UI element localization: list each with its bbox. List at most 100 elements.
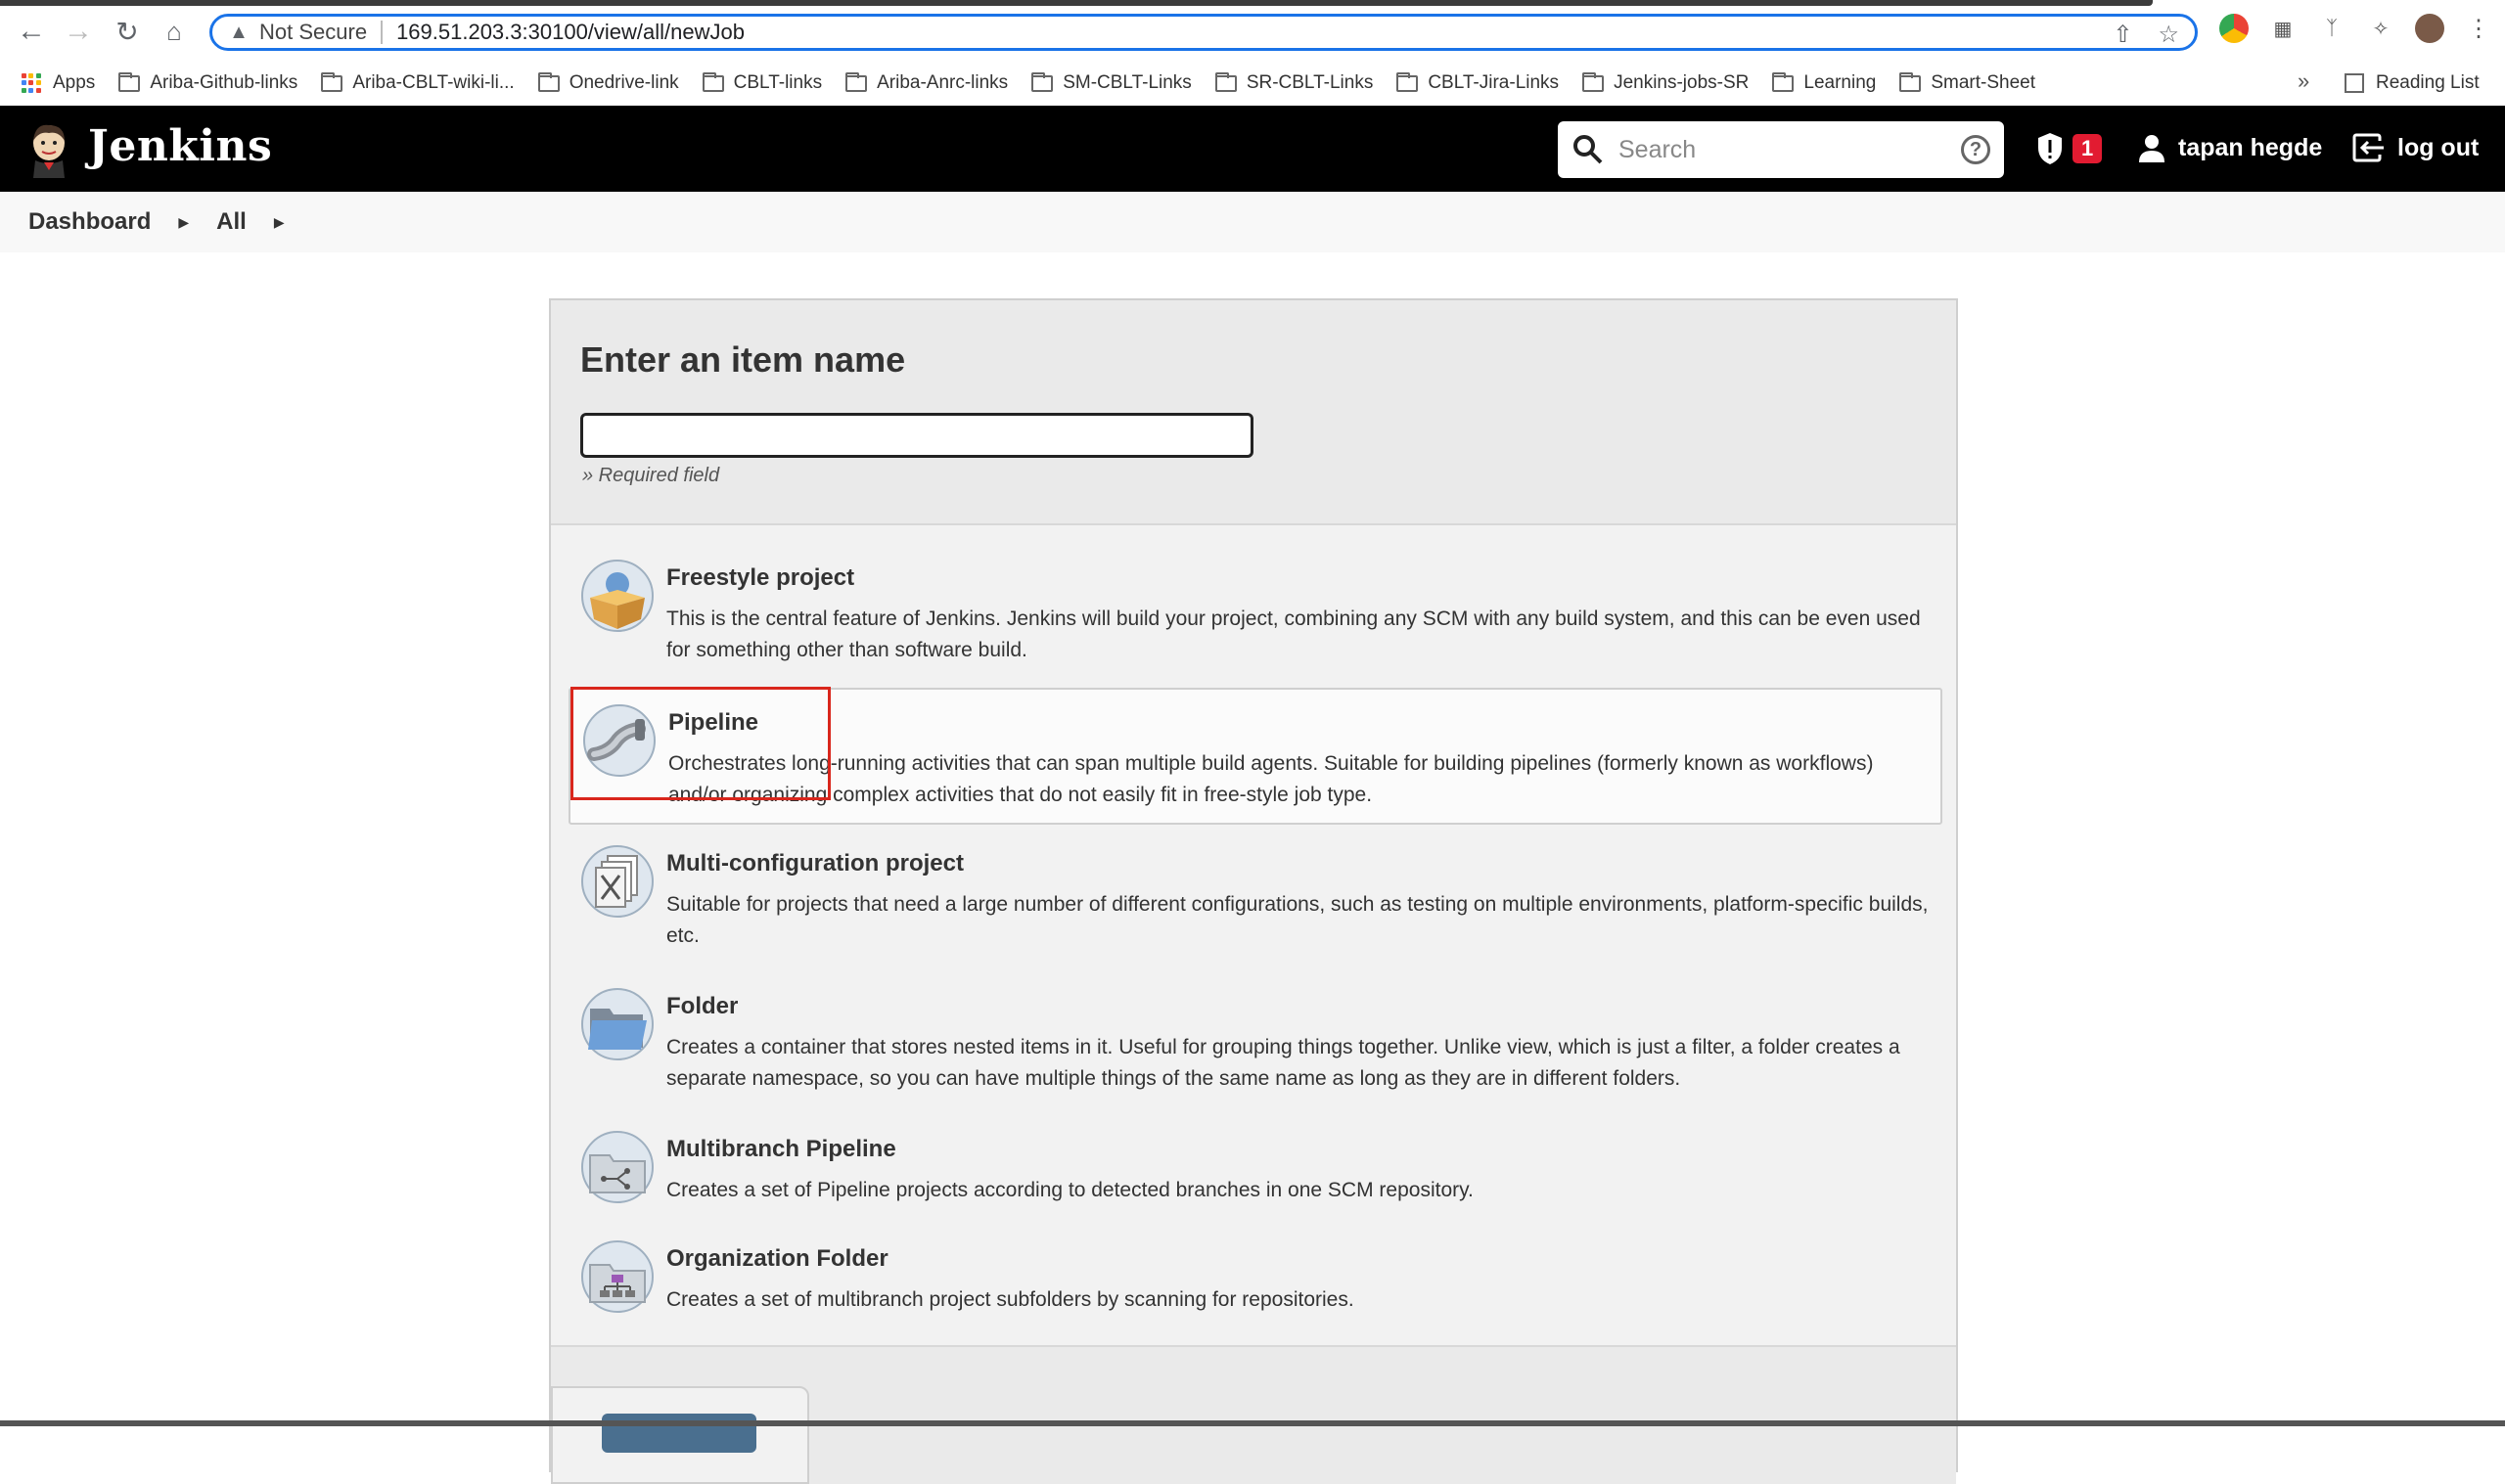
item-type-label[interactable]: Pipeline: [668, 709, 758, 737]
folder-icon: [537, 71, 560, 92]
ok-button[interactable]: [602, 1414, 756, 1453]
item-type-description: This is the central feature of Jenkins. …: [666, 607, 1921, 661]
bookmark-label: Smart-Sheet: [1931, 72, 2035, 93]
ok-button-container: [551, 1386, 809, 1484]
bookmark-folder[interactable]: Ariba-Anrc-links: [845, 71, 1009, 94]
puzzle-extensions-icon[interactable]: ✧: [2366, 14, 2395, 43]
tab-strip-edge: [0, 0, 2153, 6]
item-type-label[interactable]: Folder: [666, 993, 738, 1020]
search-box[interactable]: Search ?: [1558, 121, 2004, 178]
folder-icon: [321, 71, 343, 92]
apps-grid-icon: [22, 73, 41, 93]
user-menu[interactable]: tapan hegde: [2137, 133, 2322, 162]
item-type-description: Orchestrates long-running activities tha…: [668, 752, 1874, 806]
help-icon[interactable]: ?: [1961, 135, 1990, 164]
reload-icon[interactable]: ↻: [110, 14, 145, 49]
extension-script-icon[interactable]: ᛉ: [2317, 14, 2346, 43]
breadcrumb-dashboard[interactable]: Dashboard: [28, 208, 151, 236]
new-item-panel: Enter an item name » Required field Free…: [549, 298, 1958, 1484]
item-type-multi-configuration[interactable]: Multi-configuration project Suitable for…: [569, 831, 1942, 967]
url-text[interactable]: 169.51.203.3:30100/view/all/newJob: [396, 20, 745, 45]
bookmark-label: SM-CBLT-Links: [1063, 72, 1192, 93]
bookmark-apps[interactable]: Apps: [22, 72, 95, 94]
home-icon[interactable]: ⌂: [157, 14, 192, 49]
bookmark-label: CBLT-Jira-Links: [1428, 72, 1560, 93]
address-divider: [381, 21, 384, 44]
item-type-label[interactable]: Multibranch Pipeline: [666, 1136, 896, 1163]
user-name[interactable]: tapan hegde: [2178, 134, 2322, 162]
bookmark-folder[interactable]: SR-CBLT-Links: [1214, 71, 1374, 94]
bookmarks-overflow-chevron-icon[interactable]: »: [2298, 68, 2309, 94]
bookmark-label: Ariba-Anrc-links: [877, 72, 1009, 93]
bookmark-folder[interactable]: Onedrive-link: [537, 71, 679, 94]
breadcrumb-all[interactable]: All: [216, 208, 247, 236]
folder-icon: [702, 71, 724, 92]
share-icon[interactable]: ⇧: [2113, 21, 2132, 49]
folder-icon: [1899, 71, 1922, 92]
bookmark-folder[interactable]: Learning: [1772, 71, 1876, 94]
extension-grid-icon[interactable]: ▦: [2268, 14, 2298, 43]
folder-icon: [1214, 71, 1237, 92]
multibranch-icon: [581, 1131, 654, 1203]
bookmark-label: Jenkins-jobs-SR: [1614, 72, 1750, 93]
multi-config-icon: [581, 845, 654, 918]
kebab-menu-icon[interactable]: ⋮: [2464, 14, 2493, 43]
back-arrow-icon[interactable]: ←: [14, 14, 49, 49]
item-name-section: Enter an item name » Required field: [551, 300, 1956, 525]
item-type-description: Creates a set of Pipeline projects accor…: [666, 1179, 1474, 1201]
folder-icon: [1396, 71, 1419, 92]
logout-icon: [2352, 133, 2384, 162]
bookmark-label: Onedrive-link: [569, 72, 679, 93]
folder-icon: [1582, 71, 1605, 92]
item-name-input[interactable]: [580, 413, 1253, 458]
item-type-description: Creates a set of multibranch project sub…: [666, 1288, 1354, 1311]
star-bookmark-icon[interactable]: ☆: [2158, 21, 2179, 49]
search-input[interactable]: Search: [1618, 136, 1961, 164]
pipeline-pipe-icon: [583, 704, 656, 777]
window-bottom-edge: [0, 1420, 2505, 1426]
bookmark-folder[interactable]: Ariba-CBLT-wiki-li...: [321, 71, 515, 94]
reading-list-icon: [2345, 73, 2364, 93]
item-type-label[interactable]: Multi-configuration project: [666, 850, 964, 877]
bookmark-folder[interactable]: Ariba-Github-links: [118, 71, 298, 94]
item-type-folder[interactable]: Folder Creates a container that stores n…: [569, 973, 1942, 1110]
profile-avatar-icon[interactable]: [2415, 14, 2444, 43]
address-bar[interactable]: ▲ Not Secure 169.51.203.3:30100/view/all…: [209, 14, 2198, 51]
logout-label[interactable]: log out: [2397, 134, 2479, 162]
folder-icon: [845, 71, 868, 92]
required-field-note: » Required field: [582, 465, 720, 486]
item-type-freestyle[interactable]: Freestyle project This is the central fe…: [569, 545, 1942, 682]
bookmark-label: SR-CBLT-Links: [1246, 72, 1374, 93]
browser-toolbar: ← → ↻ ⌂ ▲ Not Secure 169.51.203.3:30100/…: [0, 0, 2505, 61]
bookmark-folder[interactable]: SM-CBLT-Links: [1031, 71, 1192, 94]
logout-link[interactable]: log out: [2352, 133, 2479, 162]
jenkins-butler-logo-icon[interactable]: [25, 121, 72, 178]
breadcrumb-chevron-icon[interactable]: ▶: [178, 214, 189, 231]
item-type-organization-folder[interactable]: Organization Folder Creates a set of mul…: [569, 1226, 1942, 1363]
item-type-description: Creates a container that stores nested i…: [666, 1036, 1900, 1090]
folder-icon: [1772, 71, 1795, 92]
bookmark-folder[interactable]: CBLT-Jira-Links: [1396, 71, 1560, 94]
bookmark-label: Apps: [53, 72, 96, 93]
breadcrumb: Dashboard ▶ All ▶: [0, 192, 2505, 252]
bookmark-folder[interactable]: Jenkins-jobs-SR: [1582, 71, 1750, 94]
extension-colorful-icon[interactable]: [2219, 14, 2249, 43]
panel-footer: [551, 1345, 1956, 1484]
security-alert[interactable]: 1: [2035, 131, 2103, 166]
item-type-label[interactable]: Organization Folder: [666, 1245, 888, 1273]
security-label[interactable]: Not Secure: [259, 20, 367, 45]
item-type-description: Suitable for projects that need a large …: [666, 893, 1929, 947]
item-type-pipeline[interactable]: Pipeline Orchestrates long-running activ…: [569, 688, 1942, 825]
jenkins-title[interactable]: Jenkins: [88, 121, 272, 171]
item-type-label[interactable]: Freestyle project: [666, 564, 854, 592]
bookmark-folder[interactable]: CBLT-links: [702, 71, 822, 94]
breadcrumb-chevron-icon[interactable]: ▶: [274, 214, 285, 231]
bookmark-label: Ariba-Github-links: [150, 72, 298, 93]
org-folder-icon: [581, 1240, 654, 1313]
freestyle-box-icon: [581, 560, 654, 632]
reading-list-button[interactable]: Reading List: [2345, 72, 2480, 94]
bookmark-folder[interactable]: Smart-Sheet: [1899, 71, 2035, 94]
user-icon: [2139, 135, 2164, 162]
forward-arrow-icon[interactable]: →: [61, 14, 96, 49]
bookmarks-bar: Apps Ariba-Github-links Ariba-CBLT-wiki-li…: [0, 61, 2505, 107]
